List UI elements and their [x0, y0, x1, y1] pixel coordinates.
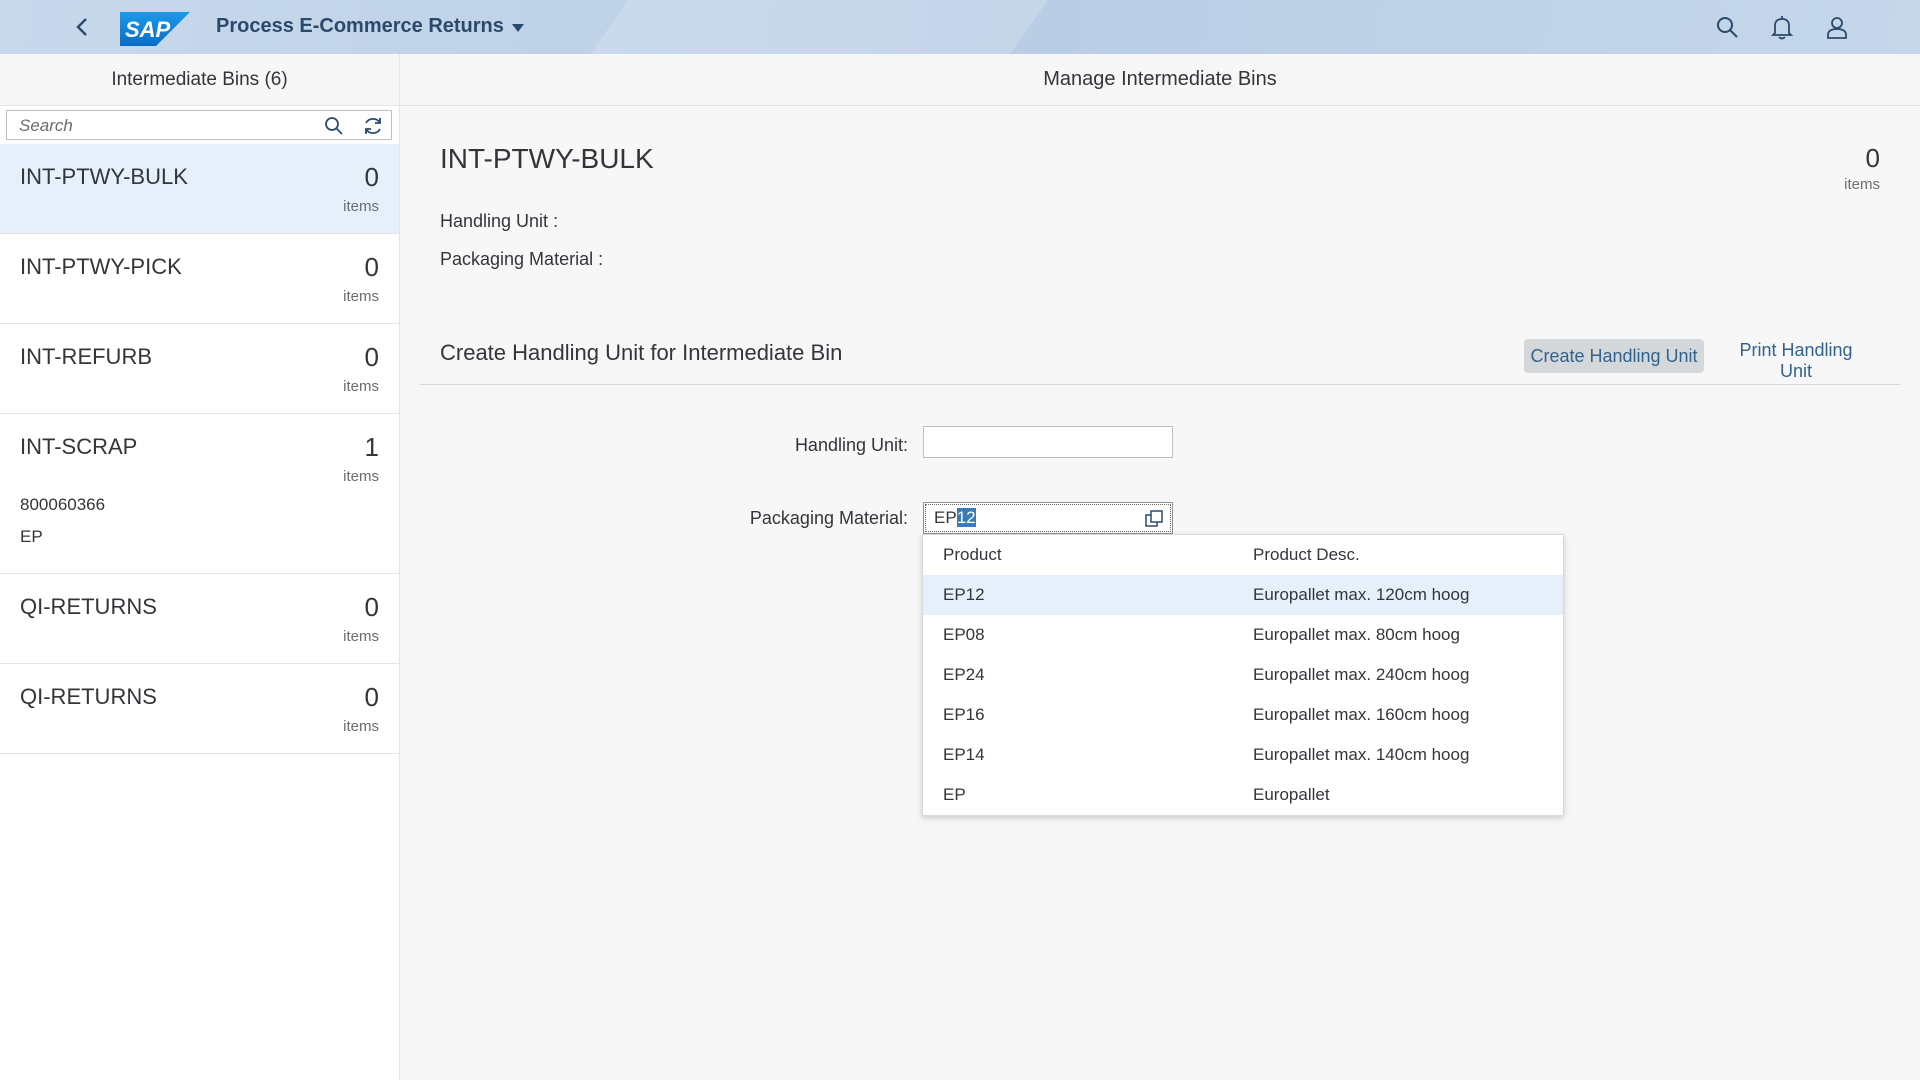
- object-count-unit: items: [1844, 176, 1880, 193]
- suggestion-desc: Europallet max. 240cm hoog: [1253, 665, 1470, 684]
- master-title: Intermediate Bins (6): [0, 54, 399, 106]
- list-item[interactable]: QI-RETURNS 0 items: [0, 664, 399, 754]
- user-button[interactable]: [1824, 14, 1850, 40]
- bin-name: INT-SCRAP: [20, 434, 138, 459]
- bin-name: INT-REFURB: [20, 344, 152, 369]
- suggestion-product: EP16: [943, 705, 985, 724]
- bin-count: 0: [364, 682, 379, 712]
- bin-name: QI-RETURNS: [20, 594, 157, 619]
- suggestion-product: EP12: [943, 585, 985, 604]
- suggestion-row[interactable]: EP08 Europallet max. 80cm hoog: [923, 615, 1563, 655]
- shell-bar: SAP Process E-Commerce Returns: [0, 0, 1920, 54]
- attr-packaging-material: Packaging Material :: [440, 249, 604, 269]
- create-handling-unit-button[interactable]: Create Handling Unit: [1524, 339, 1704, 373]
- list-item[interactable]: INT-PTWY-BULK 0 items: [0, 144, 399, 234]
- value-help-button[interactable]: [1144, 509, 1164, 529]
- bin-count-unit: items: [343, 198, 379, 215]
- bin-count: 0: [364, 592, 379, 622]
- attr-handling-unit: Handling Unit :: [440, 211, 559, 231]
- bin-count: 1: [364, 432, 379, 462]
- suggestion-row[interactable]: EP14 Europallet max. 140cm hoog: [923, 735, 1563, 775]
- bin-name: INT-PTWY-PICK: [20, 254, 182, 279]
- shell-search-button[interactable]: [1714, 14, 1740, 40]
- suggestion-product: EP14: [943, 745, 985, 764]
- list-item[interactable]: QI-RETURNS 0 items: [0, 574, 399, 664]
- suggestion-desc: Europallet max. 140cm hoog: [1253, 745, 1470, 764]
- bin-count-unit: items: [343, 288, 379, 305]
- search-field[interactable]: [6, 110, 392, 140]
- suggestion-desc: Europallet max. 120cm hoog: [1253, 585, 1470, 604]
- sap-logo-text: SAP: [125, 17, 171, 42]
- detail-title: Manage Intermediate Bins: [400, 54, 1920, 106]
- search-icon: [1717, 17, 1738, 38]
- column-header-product: Product: [943, 545, 1002, 564]
- sap-logo: SAP: [120, 12, 190, 46]
- list-item[interactable]: INT-SCRAP 1 items 800060366 EP: [0, 414, 399, 574]
- bin-count-unit: items: [343, 628, 379, 645]
- section-title: Create Handling Unit for Intermediate Bi…: [440, 340, 843, 365]
- bin-attribute: 800060366: [20, 495, 106, 514]
- bin-count-unit: items: [343, 468, 379, 485]
- bin-count: 0: [364, 252, 379, 282]
- selected-text: 12: [956, 508, 976, 527]
- bin-count-unit: items: [343, 378, 379, 395]
- typed-text: EP: [934, 508, 957, 527]
- search-icon: [325, 117, 343, 135]
- handling-unit-input[interactable]: [923, 426, 1173, 458]
- bin-name: INT-PTWY-BULK: [20, 164, 188, 189]
- print-handling-unit-button[interactable]: Print Handling Unit: [1716, 339, 1876, 381]
- suggestions-header: Product Product Desc.: [923, 535, 1563, 576]
- back-icon: [76, 18, 87, 36]
- suggestion-row[interactable]: EP12 Europallet max. 120cm hoog: [923, 575, 1563, 615]
- user-icon: [1827, 17, 1847, 39]
- object-title: INT-PTWY-BULK: [440, 143, 654, 174]
- suggestion-row[interactable]: EP Europallet: [923, 775, 1563, 815]
- list-item[interactable]: INT-PTWY-PICK 0 items: [0, 234, 399, 324]
- suggestions-popup: Product Product Desc. EP12 Europallet ma…: [922, 534, 1564, 816]
- packaging-material-value: EP12: [934, 508, 976, 528]
- packaging-material-label: Packaging Material:: [749, 508, 908, 528]
- suggestion-product: EP24: [943, 665, 985, 684]
- search-input[interactable]: [17, 115, 321, 137]
- section-divider: [420, 384, 1900, 385]
- notifications-button[interactable]: [1769, 14, 1795, 40]
- bin-name: QI-RETURNS: [20, 684, 157, 709]
- suggestion-desc: Europallet max. 160cm hoog: [1253, 705, 1470, 724]
- refresh-icon: [365, 117, 381, 135]
- header-decoration: [557, 0, 1063, 54]
- master-panel: Intermediate Bins (6) INT-PTWY-BULK 0 it…: [0, 54, 400, 1080]
- packaging-material-input[interactable]: EP12: [923, 502, 1173, 534]
- back-button[interactable]: [64, 12, 104, 42]
- bin-attribute: EP: [20, 527, 43, 546]
- value-help-icon: [1145, 510, 1163, 527]
- bin-count-unit: items: [343, 718, 379, 735]
- suggestion-desc: Europallet max. 80cm hoog: [1253, 625, 1460, 644]
- bell-icon: [1770, 16, 1794, 40]
- object-count: 0: [1865, 143, 1880, 173]
- search-submit-button[interactable]: [323, 115, 345, 137]
- suggestion-row[interactable]: EP24 Europallet max. 240cm hoog: [923, 655, 1563, 695]
- list-item[interactable]: INT-REFURB 0 items: [0, 324, 399, 414]
- refresh-button[interactable]: [362, 115, 384, 137]
- handling-unit-label: Handling Unit:: [794, 435, 908, 455]
- app-title: Process E-Commerce Returns: [216, 15, 504, 37]
- column-header-desc: Product Desc.: [1253, 545, 1360, 564]
- suggestion-product: EP: [943, 785, 966, 804]
- bin-count: 0: [364, 342, 379, 372]
- suggestion-row[interactable]: EP16 Europallet max. 160cm hoog: [923, 695, 1563, 735]
- bin-list: INT-PTWY-BULK 0 items INT-PTWY-PICK 0 it…: [0, 144, 399, 754]
- caret-down-icon: [511, 23, 524, 32]
- app-title-menu[interactable]: Process E-Commerce Returns: [216, 15, 524, 38]
- suggestion-desc: Europallet: [1253, 785, 1330, 804]
- suggestion-product: EP08: [943, 625, 985, 644]
- bin-count: 0: [364, 162, 379, 192]
